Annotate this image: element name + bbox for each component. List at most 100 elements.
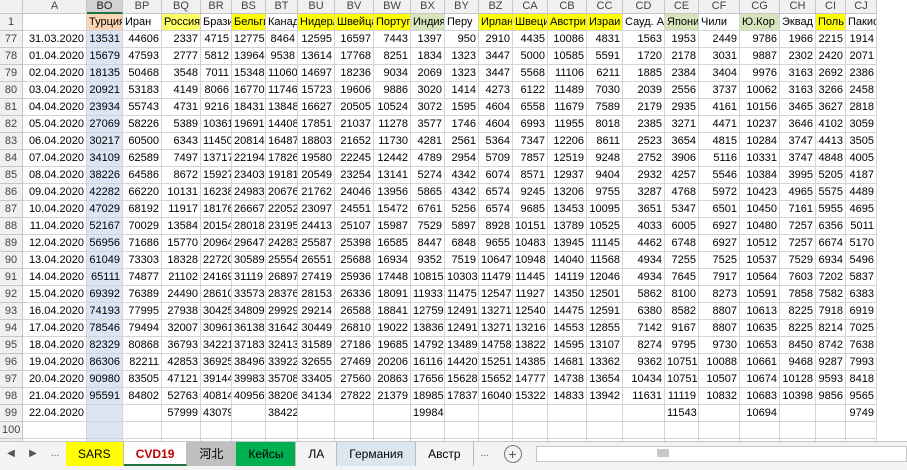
data-cell[interactable]: 4934 <box>623 269 665 286</box>
data-cell[interactable]: 3059 <box>846 116 877 133</box>
data-cell[interactable]: 14040 <box>548 252 587 269</box>
date-cell[interactable]: 31.03.2020 <box>23 31 87 48</box>
data-cell[interactable]: 5256 <box>445 201 479 218</box>
date-cell[interactable]: 20.04.2020 <box>23 371 87 388</box>
data-cell[interactable]: 18091 <box>374 286 411 303</box>
row-number[interactable]: 96 <box>0 354 23 371</box>
data-cell[interactable]: 7257 <box>780 235 816 252</box>
data-cell[interactable]: 8225 <box>780 303 816 320</box>
date-cell[interactable]: 06.04.2020 <box>23 133 87 150</box>
data-cell[interactable]: 28153 <box>298 286 335 303</box>
data-cell[interactable]: 1834 <box>411 48 445 65</box>
data-cell[interactable]: 16627 <box>298 99 335 116</box>
data-cell[interactable]: 2385 <box>623 116 665 133</box>
data-cell[interactable]: 9248 <box>587 150 623 167</box>
data-cell[interactable]: 11955 <box>548 116 587 133</box>
country-header-cell[interactable]: Поль <box>816 14 846 31</box>
country-header-cell[interactable]: Перу <box>445 14 479 31</box>
data-cell[interactable]: 5011 <box>846 218 877 235</box>
data-cell[interactable] <box>411 422 445 439</box>
data-cell[interactable]: 6558 <box>513 99 548 116</box>
data-cell[interactable]: 11679 <box>548 99 587 116</box>
country-header-cell[interactable]: Ирлан <box>479 14 513 31</box>
data-cell[interactable]: 8571 <box>513 167 548 184</box>
column-header-CC[interactable]: CC <box>587 0 623 14</box>
data-cell[interactable]: 10832 <box>699 388 740 405</box>
data-cell[interactable]: 6927 <box>699 218 740 235</box>
data-cell[interactable]: 6993 <box>513 116 548 133</box>
column-header-BP[interactable]: BP <box>123 0 162 14</box>
data-cell[interactable]: 13271 <box>479 320 513 337</box>
data-cell[interactable]: 13216 <box>513 320 548 337</box>
data-cell[interactable]: 7603 <box>780 269 816 286</box>
data-cell[interactable]: 10088 <box>699 354 740 371</box>
sheet-tab[interactable]: 河北 <box>187 442 236 466</box>
data-cell[interactable]: 24413 <box>298 218 335 235</box>
data-cell[interactable]: 22245 <box>335 150 374 167</box>
data-cell[interactable]: 11543 <box>665 405 699 422</box>
data-cell[interactable]: 16238 <box>201 184 232 201</box>
data-cell[interactable]: 14777 <box>513 371 548 388</box>
data-cell[interactable]: 14408 <box>266 116 298 133</box>
data-cell[interactable]: 13956 <box>374 184 411 201</box>
data-cell[interactable]: 19685 <box>374 337 411 354</box>
data-cell[interactable]: 31589 <box>298 337 335 354</box>
date-cell[interactable]: 02.04.2020 <box>23 65 87 82</box>
row-number[interactable]: 83 <box>0 133 23 150</box>
data-cell[interactable]: 12547 <box>479 286 513 303</box>
data-cell[interactable]: 11060 <box>266 65 298 82</box>
data-cell[interactable]: 23934 <box>87 99 123 116</box>
data-cell[interactable]: 8274 <box>623 337 665 354</box>
data-cell[interactable]: 10450 <box>740 201 780 218</box>
data-cell[interactable]: 20549 <box>298 167 335 184</box>
more-sheets-right-button[interactable]: ... <box>474 442 496 466</box>
data-cell[interactable]: 65111 <box>87 269 123 286</box>
data-cell[interactable]: 7142 <box>623 320 665 337</box>
data-cell[interactable]: 40956 <box>232 388 266 405</box>
data-cell[interactable]: 23403 <box>232 167 266 184</box>
data-cell[interactable]: 1414 <box>445 82 479 99</box>
country-header-cell[interactable]: Португ <box>374 14 411 31</box>
data-cell[interactable]: 74193 <box>87 303 123 320</box>
country-header-cell[interactable]: Швейца <box>335 14 374 31</box>
data-cell[interactable]: 32655 <box>298 354 335 371</box>
data-cell[interactable]: 13964 <box>232 48 266 65</box>
data-cell[interactable]: 4831 <box>587 31 623 48</box>
data-cell[interactable]: 4604 <box>479 116 513 133</box>
data-cell[interactable]: 11106 <box>548 65 587 82</box>
country-header-cell[interactable]: Ю.Кор <box>740 14 780 31</box>
data-cell[interactable]: 44606 <box>123 31 162 48</box>
data-cell[interactable]: 6074 <box>479 167 513 184</box>
data-cell[interactable]: 11631 <box>623 388 665 405</box>
data-cell[interactable]: 2523 <box>623 133 665 150</box>
data-cell[interactable]: 3287 <box>623 184 665 201</box>
data-cell[interactable]: 7025 <box>846 320 877 337</box>
data-cell[interactable]: 13453 <box>548 201 587 218</box>
data-cell[interactable]: 9795 <box>665 337 699 354</box>
country-header-cell[interactable]: Бельги <box>232 14 266 31</box>
data-cell[interactable]: 7497 <box>162 150 201 167</box>
data-cell[interactable]: 13531 <box>87 31 123 48</box>
data-cell[interactable]: 3906 <box>665 150 699 167</box>
sheet-tab[interactable]: Австр <box>416 442 473 466</box>
data-cell[interactable]: 9167 <box>665 320 699 337</box>
data-cell[interactable]: 9034 <box>374 65 411 82</box>
data-cell[interactable]: 10635 <box>740 320 780 337</box>
data-cell[interactable]: 13942 <box>587 388 623 405</box>
row-number[interactable]: 93 <box>0 303 23 320</box>
date-cell[interactable]: 04.04.2020 <box>23 99 87 116</box>
data-cell[interactable]: 9538 <box>266 48 298 65</box>
data-cell[interactable]: 24283 <box>266 235 298 252</box>
column-header-BW[interactable]: BW <box>374 0 411 14</box>
data-cell[interactable]: 14553 <box>548 320 587 337</box>
data-cell[interactable]: 10524 <box>374 99 411 116</box>
data-cell[interactable]: 3737 <box>699 82 740 99</box>
data-cell[interactable]: 13789 <box>548 218 587 235</box>
data-cell[interactable]: 3465 <box>780 99 816 116</box>
data-cell[interactable]: 36138 <box>232 320 266 337</box>
column-header-BZ[interactable]: BZ <box>479 0 513 14</box>
data-cell[interactable]: 7917 <box>699 269 740 286</box>
spreadsheet-grid[interactable]: ABOBPBQBRBSBTBUBVBWBXBYBZCACBCCCDCECFCGC… <box>0 0 907 441</box>
data-cell[interactable]: 16585 <box>374 235 411 252</box>
data-cell[interactable]: 10591 <box>740 286 780 303</box>
